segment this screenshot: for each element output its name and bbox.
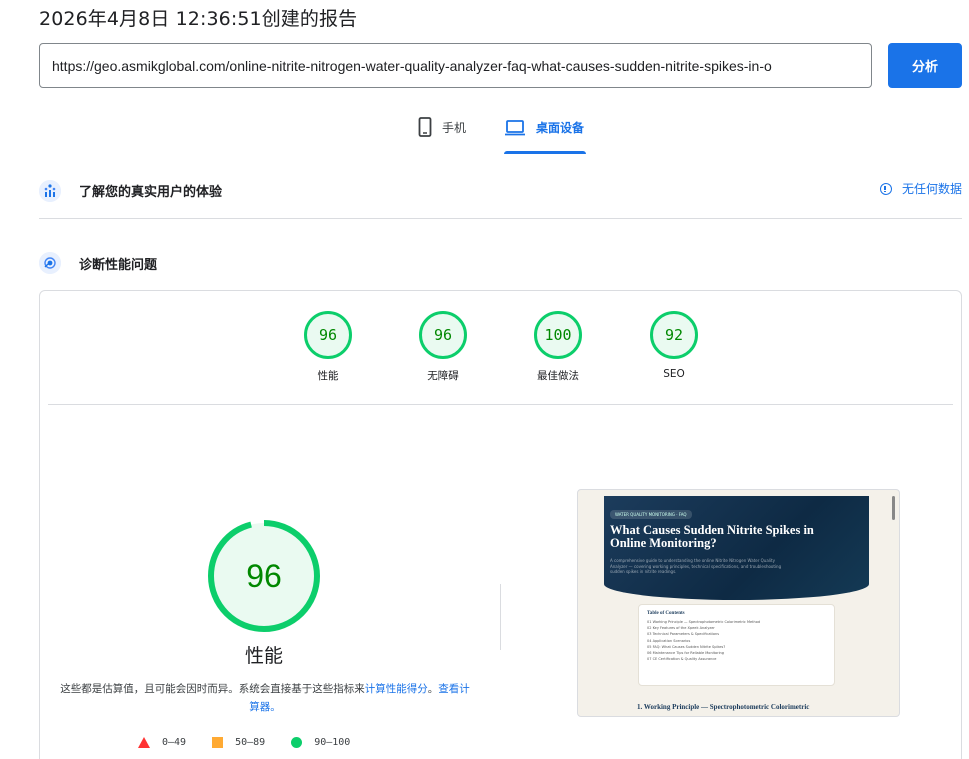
tab-selected-indicator [504, 151, 586, 154]
gauge-score: 92 [650, 311, 698, 359]
final-screenshot[interactable]: WATER QUALITY MONITORING · FAQ What Caus… [577, 489, 900, 717]
no-data-label: 无任何数据 [901, 182, 962, 196]
gauge-label: 性能 [317, 370, 339, 382]
scores-card: 96 性能 96 无障碍 100 最佳做法 92 SEO 96 性能 这些都是估… [39, 290, 962, 759]
legend-pass: 90–100 [291, 737, 350, 748]
gauge-score: 100 [534, 311, 582, 359]
analyze-button[interactable]: 分析 [888, 43, 962, 88]
legend-range: 0–49 [162, 737, 187, 748]
performance-big-gauge: 96 [206, 518, 322, 634]
performance-big-label: 性能 [244, 645, 283, 667]
screenshot-subtitle: A comprehensive guide to understanding t… [610, 558, 782, 574]
crux-icon [39, 179, 61, 202]
url-input[interactable] [39, 43, 872, 88]
tab-mobile-label: 手机 [442, 121, 467, 135]
toc-item: 07 CE Certification & Quality Assurance [647, 657, 717, 662]
lighthouse-icon [39, 252, 61, 274]
vertical-divider [500, 584, 501, 650]
score-legend: 0–49 50–89 90–100 [138, 737, 350, 748]
gauge-label: 无障碍 [427, 370, 459, 382]
screenshot-title: What Causes Sudden Nitrite Spikes in Onl… [610, 523, 814, 550]
performance-big-score: 96 [246, 557, 282, 594]
calc-score-link[interactable]: 计算性能得分 [365, 683, 428, 695]
legend-fail: 0–49 [138, 737, 186, 748]
crux-section: 了解您的真实用户的体验 无任何数据 [39, 171, 962, 219]
legend-range: 90–100 [314, 737, 351, 748]
card-divider [48, 404, 953, 405]
gauge-score: 96 [304, 311, 352, 359]
diagnose-section-title: 诊断性能问题 [79, 257, 158, 273]
triangle-icon [138, 737, 150, 748]
gauge-seo[interactable]: 92 SEO [634, 311, 714, 380]
diagnose-section: 诊断性能问题 [39, 243, 962, 283]
category-gauges: 96 性能 96 无障碍 100 最佳做法 92 SEO [40, 291, 961, 405]
gauge-best-practices[interactable]: 100 最佳做法 [518, 311, 598, 383]
gauge-accessibility[interactable]: 96 无障碍 [403, 311, 483, 383]
tab-desktop-label: 桌面设备 [536, 121, 585, 135]
device-tabs: 手机 桌面设备 [0, 117, 969, 157]
description-text: 这些都是估算值，且可能会因时而异。系统会直接基于这些指标来 [60, 683, 365, 695]
crux-section-title: 了解您的真实用户的体验 [79, 185, 223, 200]
gauge-label: 最佳做法 [537, 370, 579, 382]
report-title: 2026年4月8日 12:36:51创建的报告 [39, 8, 358, 30]
gauge-performance[interactable]: 96 性能 [288, 311, 368, 383]
info-icon [879, 182, 892, 195]
circle-icon [291, 737, 303, 748]
gauge-score: 96 [419, 311, 467, 359]
phone-icon [418, 117, 432, 137]
screenshot-toc: Table of Contents 01 Working Principle —… [638, 604, 835, 686]
screenshot-scrollbar [892, 496, 895, 520]
gauge-label: SEO [663, 368, 685, 380]
laptop-icon [505, 120, 525, 136]
square-icon [212, 737, 224, 748]
no-data-indicator[interactable]: 无任何数据 [879, 180, 962, 197]
tab-mobile[interactable]: 手机 [418, 117, 466, 154]
performance-description: 这些都是估算值，且可能会因时而异。系统会直接基于这些指标来计算性能得分。查看计算… [60, 680, 470, 716]
description-sep: 。 [427, 683, 439, 695]
tab-desktop[interactable]: 桌面设备 [504, 117, 584, 154]
toc-title: Table of Contents [647, 611, 685, 616]
legend-range: 50–89 [235, 737, 266, 748]
screenshot-heading: 1. Working Principle — Spectrophotometri… [637, 703, 810, 711]
legend-average: 50–89 [212, 737, 265, 748]
screenshot-badge: WATER QUALITY MONITORING · FAQ [610, 510, 692, 519]
